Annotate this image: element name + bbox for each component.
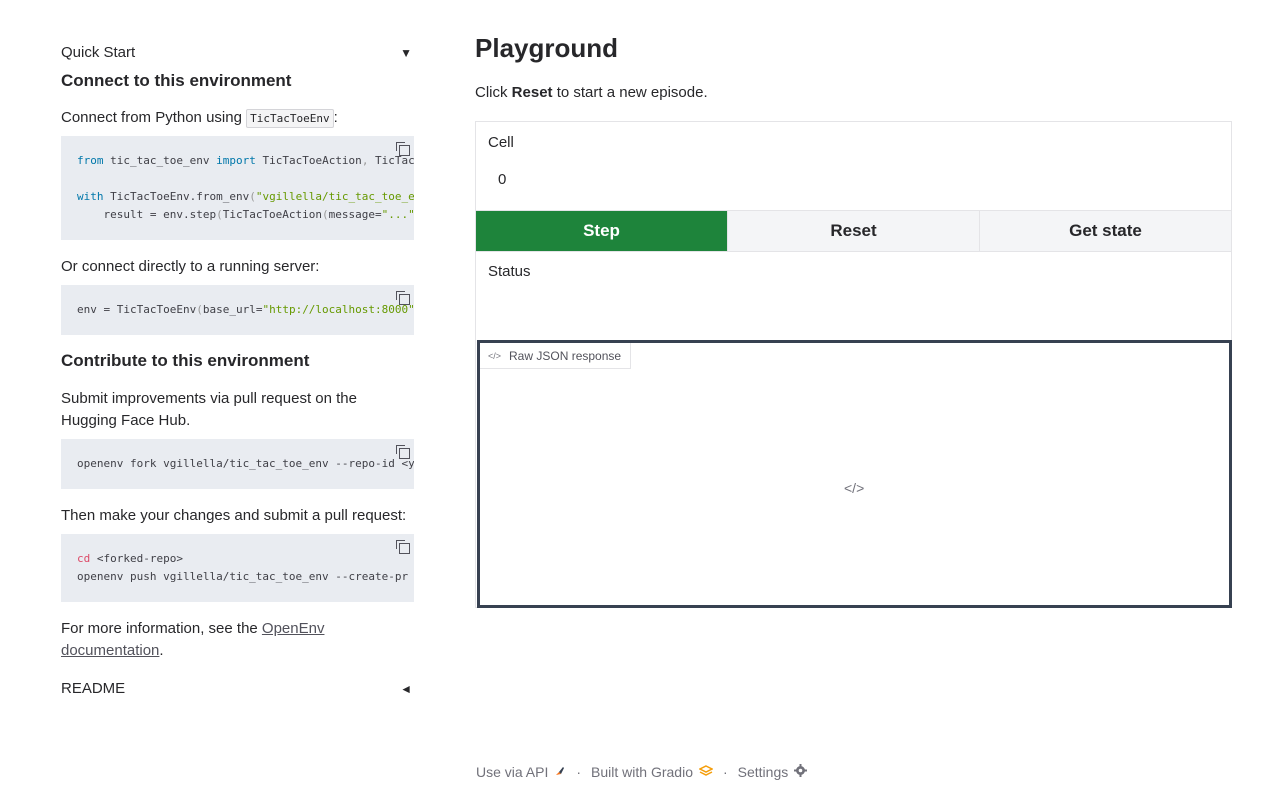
quick-start-accordion[interactable]: Quick Start ▼	[61, 44, 414, 61]
inline-code-env: TicTacToeEnv	[246, 109, 334, 128]
cell-input[interactable]: 0	[498, 171, 506, 188]
separator-dot: ·	[576, 764, 582, 780]
action-buttons: Step Reset Get state	[476, 210, 1231, 252]
hint-bold: Reset	[511, 84, 553, 101]
step-button[interactable]: Step	[476, 211, 727, 251]
code-icon: </>	[488, 350, 502, 361]
use-via-api-link[interactable]: Use via API	[476, 764, 548, 780]
hint-text: Click Reset to start a new episode.	[475, 84, 708, 101]
copy-icon[interactable]	[396, 142, 410, 156]
playground-panel: Cell 0 Step Reset Get state Status </> R…	[475, 121, 1232, 608]
code-block-fork: openenv fork vgillella/tic_tac_toe_env -…	[61, 439, 414, 489]
quick-start-label: Quick Start	[61, 44, 136, 61]
reset-button[interactable]: Reset	[727, 211, 979, 251]
gear-icon	[794, 764, 808, 780]
code-block-server: env = TicTacToeEnv(base_url="http://loca…	[61, 285, 414, 335]
get-state-button[interactable]: Get state	[979, 211, 1231, 251]
more-info-post: .	[159, 642, 164, 659]
connect-text: Connect from Python using TicTacToeEnv:	[61, 107, 414, 130]
connect-heading: Connect to this environment	[61, 71, 292, 90]
gradio-logo-icon	[698, 764, 714, 780]
more-info-text: For more information, see the OpenEnv do…	[61, 618, 414, 662]
status-label: Status	[488, 263, 531, 280]
copy-icon[interactable]	[396, 445, 410, 459]
collapse-arrow-icon: ▼	[400, 45, 412, 60]
code-block-python: from tic_tac_toe_env import TicTacToeAct…	[61, 136, 414, 240]
footer: Use via API · Built with Gradio · Settin…	[476, 764, 808, 780]
page-title: Playground	[475, 33, 619, 63]
connect-text-post: :	[333, 109, 338, 126]
contribute-text: Submit improvements via pull request on …	[61, 390, 357, 429]
raw-json-panel[interactable]: </> Raw JSON response </>	[477, 340, 1232, 608]
copy-icon[interactable]	[396, 540, 410, 554]
readme-accordion[interactable]: README ◄	[61, 680, 414, 697]
or-connect-text: Or connect directly to a running server:	[61, 258, 320, 275]
contribute-heading: Contribute to this environment	[61, 351, 310, 370]
rocket-icon	[554, 764, 566, 780]
readme-label: README	[61, 680, 126, 697]
copy-icon[interactable]	[396, 291, 410, 305]
then-text: Then make your changes and submit a pull…	[61, 507, 407, 524]
code-placeholder-icon: </>	[844, 480, 865, 496]
separator-dot: ·	[722, 764, 728, 780]
built-with-gradio-link[interactable]: Built with Gradio	[591, 764, 693, 780]
settings-link[interactable]: Settings	[738, 764, 789, 780]
hint-pre: Click	[475, 84, 512, 101]
code-block-push: cd <forked-repo> openenv push vgillella/…	[61, 534, 414, 602]
raw-json-tab[interactable]: </> Raw JSON response	[480, 343, 632, 369]
cell-label: Cell	[488, 134, 514, 151]
expand-arrow-icon: ◄	[400, 681, 412, 696]
hint-post: to start a new episode.	[552, 84, 708, 101]
more-info-pre: For more information, see the	[61, 620, 262, 637]
raw-json-label: Raw JSON response	[509, 348, 622, 363]
connect-text-pre: Connect from Python using	[61, 109, 247, 126]
